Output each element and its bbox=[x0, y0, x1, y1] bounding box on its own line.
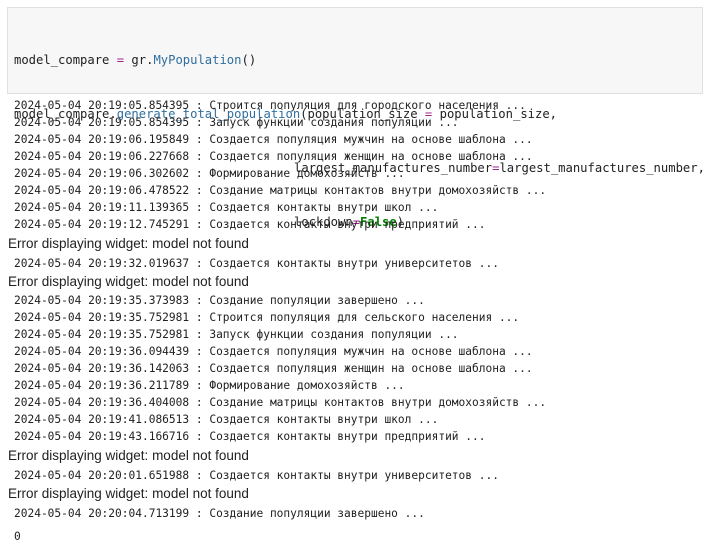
log-line: 2024-05-04 20:19:06.227668 : Создается п… bbox=[14, 150, 533, 163]
log-line: 2024-05-04 20:19:35.373983 : Создание по… bbox=[14, 294, 425, 307]
log-line: 2024-05-04 20:19:11.139365 : Создается к… bbox=[14, 201, 439, 214]
log-line: 2024-05-04 20:19:32.019637 : Создается к… bbox=[14, 257, 499, 270]
log-line: 2024-05-04 20:19:35.752981 : Запуск функ… bbox=[14, 328, 459, 341]
log-line: 2024-05-04 20:19:35.752981 : Строится по… bbox=[14, 311, 520, 324]
log-line: 2024-05-04 20:20:01.651988 : Создается к… bbox=[14, 469, 499, 482]
widget-error-message: Error displaying widget: model not found bbox=[8, 236, 249, 251]
log-line: 2024-05-04 20:19:36.142063 : Создается п… bbox=[14, 362, 533, 375]
log-line: 2024-05-04 20:19:36.094439 : Создается п… bbox=[14, 345, 533, 358]
log-line: 2024-05-04 20:19:12.745291 : Создается к… bbox=[14, 218, 486, 231]
widget-error-message: Error displaying widget: model not found bbox=[8, 486, 249, 501]
log-line: 2024-05-04 20:19:36.404008 : Создание ма… bbox=[14, 396, 547, 409]
log-line: 2024-05-04 20:19:06.478522 : Создание ма… bbox=[14, 184, 547, 197]
log-line: 2024-05-04 20:19:41.086513 : Создается к… bbox=[14, 413, 439, 426]
log-line: 2024-05-04 20:19:06.302602 : Формировани… bbox=[14, 167, 405, 180]
code-token: model_compare bbox=[14, 53, 110, 67]
log-line: 2024-05-04 20:19:36.211789 : Формировани… bbox=[14, 379, 405, 392]
log-line: 2024-05-04 20:20:04.713199 : Создание по… bbox=[14, 507, 425, 520]
log-line: 2024-05-04 20:19:05.854395 : Запуск функ… bbox=[14, 116, 459, 129]
log-line: 2024-05-04 20:19:43.166716 : Создается к… bbox=[14, 430, 486, 443]
code-token: () bbox=[241, 53, 257, 67]
code-line-1: model_compare = gr.MyPopulation() bbox=[14, 51, 702, 69]
log-line: 2024-05-04 20:19:05.854395 : Строится по… bbox=[14, 99, 526, 112]
code-function: MyPopulation bbox=[153, 53, 242, 67]
log-line: 2024-05-04 20:19:06.195849 : Создается п… bbox=[14, 133, 533, 146]
code-token: gr. bbox=[131, 53, 154, 67]
code-operator: = bbox=[116, 53, 125, 67]
cell-result-value: 0 bbox=[14, 530, 21, 543]
widget-error-message: Error displaying widget: model not found bbox=[8, 274, 249, 289]
code-cell-input[interactable]: model_compare = gr.MyPopulation() model_… bbox=[7, 7, 704, 229]
widget-error-message: Error displaying widget: model not found bbox=[8, 448, 249, 463]
